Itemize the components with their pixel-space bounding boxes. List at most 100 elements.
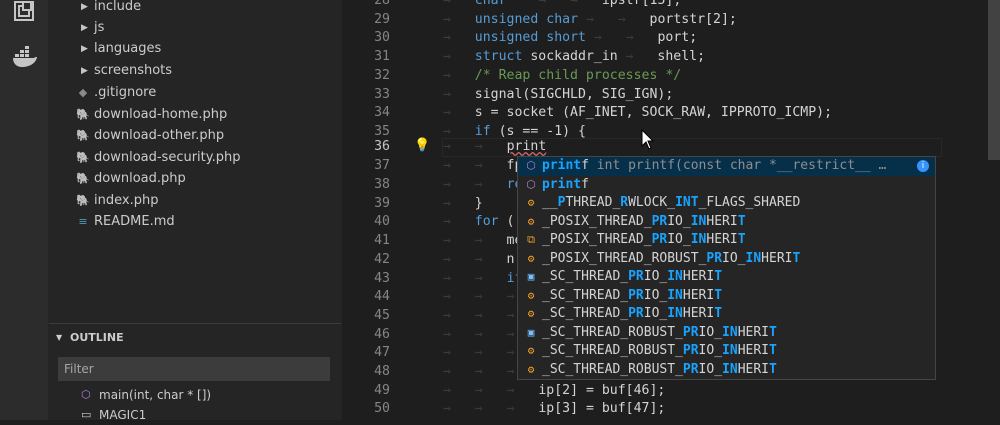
suggest-item[interactable]: ⚙ _SC_THREAD_ROBUST_PRIO_INHERIT — [518, 342, 935, 361]
suggest-item[interactable]: ⬡ printf int printf(const char *__restri… — [518, 157, 935, 176]
line-number: 28 — [374, 0, 390, 8]
outline-item[interactable]: ⬡ main(int, char * []) — [48, 385, 342, 405]
php-file-icon: 🐘 — [76, 194, 90, 207]
code-line: → unsigned char → → portstr[2]; — [443, 11, 737, 27]
tree-file-gitignore[interactable]: ◆ .gitignore — [48, 82, 342, 104]
line-number: 43 — [374, 270, 390, 286]
suggest-widget[interactable]: ⬡ printf int printf(const char *__restri… — [517, 156, 936, 380]
suggest-label: _SC_THREAD_PRIO_INHERIT — [542, 269, 723, 284]
outline-section-header[interactable]: ▼ OUTLINE — [48, 327, 342, 349]
tree-item-label: download-security.php — [94, 150, 241, 165]
editor-scrollbar[interactable] — [988, 0, 1000, 160]
line-number: 46 — [374, 326, 390, 342]
line-number: 30 — [374, 30, 390, 46]
suggest-label: _SC_THREAD_ROBUST_PRIO_INHERIT — [542, 361, 777, 377]
code-line: → /* Reap child processes */ — [443, 67, 682, 83]
line-number: 34 — [374, 105, 390, 121]
enum-icon: ⚙ — [527, 344, 535, 357]
docker-icon[interactable] — [12, 46, 37, 70]
line-number: 48 — [374, 364, 390, 379]
tree-folder-js[interactable]: ▶ js — [48, 17, 342, 39]
tree-item-label: languages — [94, 41, 162, 56]
line-number: 47 — [374, 345, 390, 361]
enum-icon: ⚙ — [527, 307, 535, 320]
suggest-label: _POSIX_THREAD_PRIO_INHERIT — [542, 232, 746, 247]
lightbulb-icon[interactable]: 💡 — [414, 138, 430, 153]
suggest-item[interactable]: ⚙ _POSIX_THREAD_PRIO_INHERIT — [518, 213, 935, 232]
line-number: 41 — [374, 233, 390, 249]
code-line-active: → → print — [443, 139, 547, 154]
suggest-label: _SC_THREAD_PRIO_INHERIT — [542, 306, 723, 321]
mouse-pointer-icon — [641, 129, 655, 150]
php-file-icon: 🐘 — [76, 172, 90, 185]
suggest-item[interactable]: ⚙ _SC_THREAD_PRIO_INHERIT — [518, 305, 935, 324]
tree-folder-include[interactable]: ▶ include — [48, 0, 342, 18]
line-number: 45 — [374, 307, 390, 323]
code-line: → s = socket (AF_INET, SOCK_RAW, IPPROTO… — [443, 105, 833, 121]
suggest-item[interactable]: ▣ _SC_THREAD_PRIO_INHERIT — [518, 268, 935, 287]
activity-bar — [0, 0, 48, 420]
code-line: → → → ip[3] = buf[47]; — [443, 401, 666, 417]
suggest-item[interactable]: ⚙ _SC_THREAD_PRIO_INHERIT — [518, 287, 935, 306]
value-icon: ▣ — [527, 325, 535, 339]
tree-file-index[interactable]: 🐘 index.php — [48, 190, 342, 212]
enum-icon: ⚙ — [527, 251, 535, 265]
php-file-icon: 🐘 — [76, 129, 90, 142]
suggest-item[interactable]: ⧉ _POSIX_THREAD_PRIO_INHERIT — [518, 231, 935, 250]
extensions-icon[interactable] — [12, 0, 36, 24]
suggest-item[interactable]: ⚙ _SC_THREAD_ROBUST_PRIO_INHERIT — [518, 361, 935, 380]
line-number: 49 — [374, 382, 390, 398]
chevron-right-icon: ▶ — [81, 2, 88, 12]
line-number: 32 — [374, 67, 390, 83]
code-line: → } — [443, 195, 483, 211]
suggest-item[interactable]: ▣ _SC_THREAD_ROBUST_PRIO_INHERIT — [518, 324, 935, 343]
suggest-item[interactable]: ⬡ printf — [518, 176, 935, 195]
code-line: → char → → ipstr[15]; — [443, 0, 682, 8]
tree-file-download-other[interactable]: 🐘 download-other.php — [48, 125, 342, 147]
suggest-label: _POSIX_THREAD_PRIO_INHERIT — [542, 213, 746, 229]
outline-filter-input[interactable]: Filter — [58, 357, 330, 381]
enum-icon: ⚙ — [527, 196, 535, 209]
code-line: → signal(SIGCHLD, SIG_IGN); — [443, 86, 674, 102]
tree-file-download-home[interactable]: 🐘 download-home.php — [48, 104, 342, 126]
code-line: → struct sockaddr_in → shell; — [443, 49, 706, 65]
value-icon: ▣ — [527, 270, 535, 283]
tree-folder-screenshots[interactable]: ▶ screenshots — [48, 60, 342, 82]
method-icon: ⬡ — [526, 159, 536, 172]
line-number: 50 — [374, 401, 390, 417]
outline-item-label: MAGIC1 — [99, 408, 147, 422]
tree-item-label: js — [94, 20, 105, 35]
suggest-label: printf — [542, 176, 589, 192]
chevron-right-icon: ▶ — [81, 44, 88, 54]
suggest-label: printf int printf(const char *__restrict… — [542, 158, 887, 173]
line-number: 42 — [374, 251, 390, 267]
tree-item-label: .gitignore — [94, 85, 157, 100]
tree-folder-languages[interactable]: ▶ languages — [48, 38, 342, 60]
section-divider — [49, 323, 341, 324]
suggest-item[interactable]: ⚙ __PTHREAD_RWLOCK_INT_FLAGS_SHARED — [518, 194, 935, 213]
php-file-icon: 🐘 — [76, 151, 90, 164]
tree-file-readme[interactable]: ≡ README.md — [48, 211, 342, 233]
tree-file-download-security[interactable]: 🐘 download-security.php — [48, 147, 342, 169]
enum-icon: ⚙ — [527, 288, 535, 302]
explorer-sidebar: ▶ include ▶ js ▶ languages ▶ screenshots ◆ .g… — [48, 0, 342, 422]
suggest-label: _SC_THREAD_ROBUST_PRIO_INHERIT — [542, 343, 777, 358]
chevron-right-icon: ▶ — [81, 23, 88, 33]
line-number: 29 — [374, 11, 390, 27]
tree-item-label: download-home.php — [94, 107, 228, 122]
line-number: 31 — [374, 49, 390, 65]
suggest-item[interactable]: ⚙ _POSIX_THREAD_ROBUST_PRIO_INHERIT — [518, 250, 935, 269]
tree-item-label: index.php — [94, 193, 159, 208]
tree-item-label: download-other.php — [94, 128, 225, 143]
tree-item-label: README.md — [94, 214, 175, 229]
line-number: 37 — [374, 158, 390, 174]
tree-file-download[interactable]: 🐘 download.php — [48, 168, 342, 190]
snippet-icon: ⧉ — [527, 233, 535, 246]
info-icon[interactable]: i — [917, 160, 929, 172]
outline-item[interactable]: ▭ MAGIC1 — [48, 405, 342, 425]
markdown-file-icon: ≡ — [78, 215, 88, 228]
method-icon: ⬡ — [526, 177, 536, 191]
php-file-icon: 🐘 — [76, 108, 90, 121]
code-line: → unsigned short → → port; — [443, 30, 698, 46]
chevron-right-icon: ▶ — [81, 66, 88, 76]
